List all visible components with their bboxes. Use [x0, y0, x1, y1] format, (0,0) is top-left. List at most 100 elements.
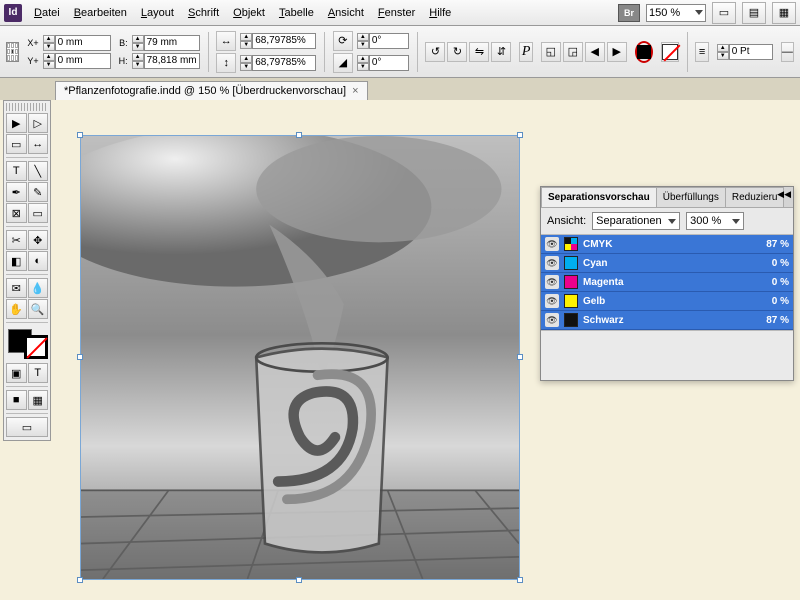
menu-datei[interactable]: Datei	[28, 4, 66, 22]
handle-top-left[interactable]	[77, 132, 83, 138]
close-tab-icon[interactable]: ×	[352, 85, 358, 97]
free-transform-tool[interactable]: ✥	[28, 230, 49, 250]
menu-hilfe[interactable]: Hilfe	[423, 4, 457, 22]
ink-row[interactable]: 👁Magenta0 %	[541, 273, 793, 292]
screen-mode-icon[interactable]: ▤	[742, 2, 766, 24]
eyedropper-tool[interactable]: 💧	[28, 278, 49, 298]
direct-selection-tool[interactable]: ▷	[28, 113, 49, 133]
view-options-icon[interactable]: ▭	[712, 2, 736, 24]
pen-tool[interactable]: ✒	[6, 182, 27, 202]
hand-tool[interactable]: ✋	[6, 299, 27, 319]
scissors-tool[interactable]: ✂	[6, 230, 27, 250]
ink-swatch-icon	[564, 294, 578, 308]
angle-input[interactable]	[369, 33, 409, 49]
formatting-text-icon[interactable]: T	[28, 363, 49, 383]
scale-y-input[interactable]	[252, 55, 316, 71]
stroke-style-icon[interactable]: —	[781, 42, 794, 62]
scale-x-input[interactable]	[252, 33, 316, 49]
ink-row[interactable]: 👁Cyan0 %	[541, 254, 793, 273]
arrange-documents-icon[interactable]: ▦	[772, 2, 796, 24]
y-input[interactable]	[55, 53, 111, 69]
selection-tool[interactable]: ▶	[6, 113, 27, 133]
rotate-cw-icon[interactable]: ↻	[447, 42, 467, 62]
ink-value: 87 %	[766, 239, 789, 250]
stroke-weight-input[interactable]	[729, 44, 773, 60]
view-select[interactable]: Separationen	[592, 212, 680, 230]
ink-row[interactable]: 👁Schwarz87 %	[541, 311, 793, 330]
type-tool[interactable]: T	[6, 161, 27, 181]
panel-collapse-icon[interactable]: ◀◀	[777, 189, 791, 200]
zoom-tool[interactable]: 🔍	[28, 299, 49, 319]
tab-ueberfuellung[interactable]: Überfüllungs	[656, 187, 726, 207]
menu-objekt[interactable]: Objekt	[227, 4, 271, 22]
menu-tabelle[interactable]: Tabelle	[273, 4, 320, 22]
page-tool[interactable]: ▭	[6, 134, 27, 154]
ink-row[interactable]: 👁Gelb0 %	[541, 292, 793, 311]
menu-layout[interactable]: Layout	[135, 4, 180, 22]
handle-top-mid[interactable]	[296, 132, 302, 138]
fill-stroke-swatch[interactable]	[6, 327, 50, 361]
flip-h-icon[interactable]: ⇋	[469, 42, 489, 62]
select-container-icon[interactable]: ◱	[541, 42, 561, 62]
visibility-eye-icon[interactable]: 👁	[545, 294, 559, 308]
menu-schrift[interactable]: Schrift	[182, 4, 225, 22]
handle-bot-mid[interactable]	[296, 577, 302, 583]
select-content-icon[interactable]: ◲	[563, 42, 583, 62]
document-tab[interactable]: *Pflanzenfotografie.indd @ 150 % [Überdr…	[55, 81, 368, 100]
handle-mid-right[interactable]	[517, 354, 523, 360]
control-bar: X+ ▲▼ Y+ ▲▼ B: ▲▼ H: ▲▼ ↔ ▲▼ ↕ ▲▼ ⟳ ▲▼ ◢…	[0, 26, 800, 78]
ink-row[interactable]: 👁CMYK87 %	[541, 235, 793, 254]
ink-limit-select[interactable]: 300 %	[686, 212, 744, 230]
view-mode-icon[interactable]: ▭	[6, 417, 48, 437]
menu-bearbeiten[interactable]: Bearbeiten	[68, 4, 133, 22]
y-label: Y+	[27, 56, 38, 66]
shear-icon: ◢	[333, 53, 353, 73]
height-input[interactable]	[144, 53, 200, 69]
apply-color-icon[interactable]: ■	[6, 390, 27, 410]
menu-ansicht[interactable]: Ansicht	[322, 4, 370, 22]
select-prev-icon[interactable]: ◀	[585, 42, 605, 62]
gap-tool[interactable]: ↔	[28, 134, 49, 154]
rotate-ccw-icon[interactable]: ↺	[425, 42, 445, 62]
handle-top-right[interactable]	[517, 132, 523, 138]
formatting-container-icon[interactable]: ▣	[6, 363, 27, 383]
handle-mid-left[interactable]	[77, 354, 83, 360]
ink-value: 87 %	[766, 315, 789, 326]
apply-gradient-icon[interactable]: ▦	[28, 390, 49, 410]
handle-bot-right[interactable]	[517, 577, 523, 583]
select-next-icon[interactable]: ▶	[607, 42, 627, 62]
rectangle-frame-tool[interactable]: ⊠	[6, 203, 27, 223]
menu-fenster[interactable]: Fenster	[372, 4, 421, 22]
shear-input[interactable]	[369, 55, 409, 71]
flip-v-icon[interactable]: ⇵	[491, 42, 511, 62]
visibility-eye-icon[interactable]: 👁	[545, 275, 559, 289]
stroke-color-swatch[interactable]	[661, 42, 679, 62]
ink-list: 👁CMYK87 %👁Cyan0 %👁Magenta0 %👁Gelb0 %👁Sch…	[541, 235, 793, 330]
tab-reduzierung[interactable]: Reduzieru	[725, 187, 785, 207]
gradient-swatch-tool[interactable]: ◧	[6, 251, 27, 271]
toolbox-grip[interactable]	[6, 103, 48, 111]
fill-color-swatch[interactable]	[635, 41, 653, 63]
rectangle-tool[interactable]: ▭	[28, 203, 49, 223]
paragraph-style-icon[interactable]: P	[519, 42, 532, 62]
reference-point[interactable]	[6, 42, 19, 62]
note-tool[interactable]: ✉	[6, 278, 27, 298]
ink-name: Cyan	[583, 258, 767, 269]
x-input[interactable]	[55, 35, 111, 51]
ink-swatch-icon	[564, 313, 578, 327]
w-label: B:	[119, 38, 128, 48]
width-input[interactable]	[144, 35, 200, 51]
visibility-eye-icon[interactable]: 👁	[545, 256, 559, 270]
rotate-icon: ⟳	[333, 31, 353, 51]
bridge-icon[interactable]: Br	[618, 4, 640, 22]
gradient-feather-tool[interactable]: ◐	[28, 251, 49, 271]
panel-tabs: Separationsvorschau Überfüllungs Reduzie…	[541, 187, 793, 208]
visibility-eye-icon[interactable]: 👁	[545, 237, 559, 251]
image-frame[interactable]	[80, 135, 520, 580]
line-tool[interactable]: ╲	[28, 161, 49, 181]
tab-separationsvorschau[interactable]: Separationsvorschau	[541, 187, 657, 207]
pencil-tool[interactable]: ✎	[28, 182, 49, 202]
handle-bot-left[interactable]	[77, 577, 83, 583]
visibility-eye-icon[interactable]: 👁	[545, 313, 559, 327]
zoom-level-select[interactable]: 150 %	[646, 4, 706, 22]
